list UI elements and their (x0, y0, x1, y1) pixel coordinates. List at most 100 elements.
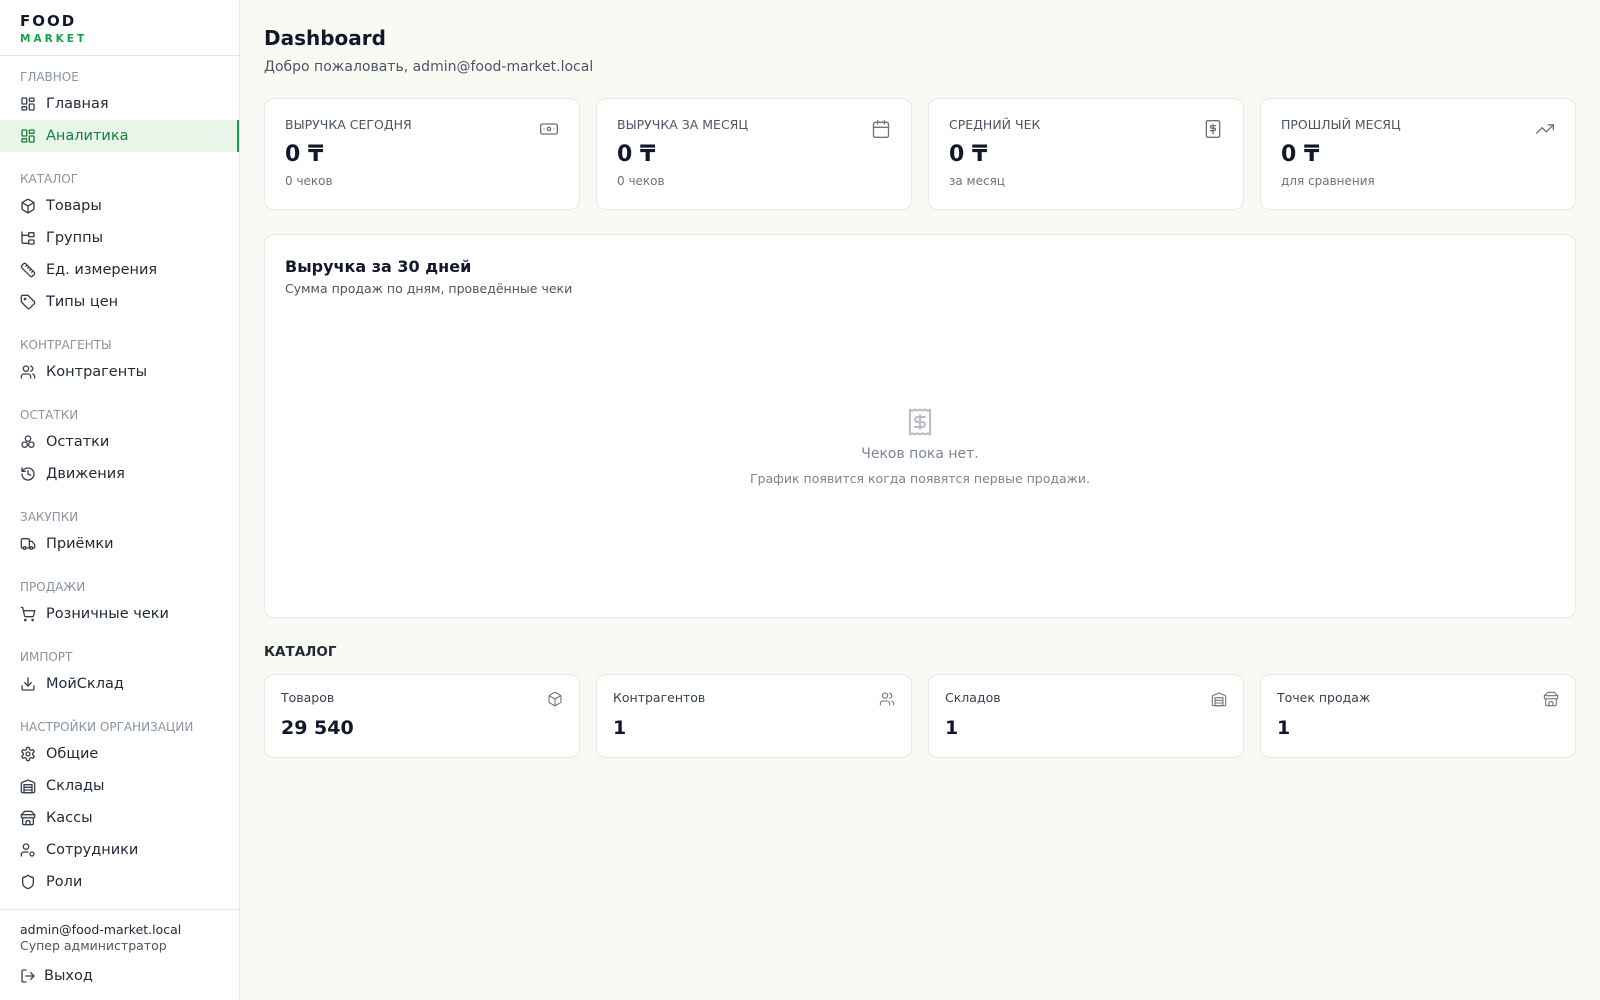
logout-label: Выход (44, 968, 93, 984)
sidebar-item-label: Кассы (46, 810, 93, 826)
sidebar-item[interactable]: Группы (0, 222, 239, 254)
sidebar-item-label: Общие (46, 746, 99, 762)
sidebar-item[interactable]: Роли (0, 866, 239, 898)
catalog-card-label: Контрагентов (613, 690, 706, 705)
sidebar-item-label: Сотрудники (46, 842, 139, 858)
empty-text: График появится когда появятся первые пр… (749, 471, 1091, 486)
page-subtitle: Добро пожаловать, admin@food-market.loca… (264, 59, 594, 75)
catalog-card-label: Точек продаж (1277, 690, 1371, 705)
box-icon (547, 691, 563, 707)
sidebar-item[interactable]: МойСклад (0, 668, 239, 700)
brand-logo[interactable]: FOOD MARKET (0, 0, 239, 56)
store-icon (20, 810, 36, 826)
box-icon (20, 198, 36, 214)
users-icon (20, 364, 36, 380)
page-title: Dashboard (264, 26, 386, 50)
user-role: Супер администратор (20, 938, 167, 953)
sidebar-item[interactable]: Движения (0, 458, 239, 490)
calendar-icon (871, 119, 891, 139)
user-email: admin@food-market.local (20, 922, 182, 937)
sidebar-item[interactable]: Главная (0, 88, 239, 120)
kpi-value: 0 ₸ (1281, 142, 1320, 167)
catalog-card[interactable]: Товаров 29 540 (264, 674, 580, 758)
sidebar-item-label: Ед. измерения (46, 262, 158, 278)
catalog-card-value: 1 (613, 717, 627, 739)
catalog-card[interactable]: Складов 1 (928, 674, 1244, 758)
catalog-card-value: 1 (1277, 717, 1291, 739)
sidebar: FOOD MARKET ГЛАВНОЕ Главная Аналитика КАТАЛ… (0, 0, 240, 1000)
chart-title: Выручка за 30 дней (285, 257, 472, 276)
sidebar-item[interactable]: Остатки (0, 426, 239, 458)
sidebar-item-label: Контрагенты (46, 364, 148, 380)
sidebar-item[interactable]: Контрагенты (0, 356, 239, 388)
sidebar-item[interactable]: Общие (0, 738, 239, 770)
warehouse-icon (20, 778, 36, 794)
catalog-card-value: 29 540 (281, 717, 354, 739)
kpi-card: ВЫРУЧКА СЕГОДНЯ 0 ₸ 0 чеков (264, 98, 580, 210)
kpi-value: 0 ₸ (949, 142, 988, 167)
sidebar-item[interactable]: Товары (0, 190, 239, 222)
boxes-icon (20, 434, 36, 450)
sidebar-item[interactable]: Кассы (0, 802, 239, 834)
kpi-label: ВЫРУЧКА ЗА МЕСЯЦ (617, 117, 749, 132)
receipt-icon (1203, 119, 1223, 139)
sidebar-item-label: Приёмки (46, 536, 114, 552)
nav-section-title: ГЛАВНОЕ (20, 70, 79, 84)
sidebar-nav: ГЛАВНОЕ Главная Аналитика КАТАЛОГ Товары Груп… (0, 56, 239, 909)
chart-subtitle: Сумма продаж по дням, проведённые чеки (285, 281, 573, 296)
sidebar-item[interactable]: Приёмки (0, 528, 239, 560)
sidebar-item-label: Товары (46, 198, 102, 214)
kpi-subtext: для сравнения (1281, 174, 1375, 188)
logout-button[interactable]: Выход (20, 968, 219, 984)
chart-empty-state: Чеков пока нет. График появится когда по… (265, 407, 1575, 487)
kpi-subtext: 0 чеков (617, 174, 665, 188)
gear-icon (20, 746, 36, 762)
kpi-value: 0 ₸ (285, 142, 324, 167)
sidebar-item-label: МойСклад (46, 676, 124, 692)
sidebar-item[interactable]: Ед. измерения (0, 254, 239, 286)
tag-icon (20, 294, 36, 310)
nav-gap (0, 560, 239, 572)
kpi-label: ВЫРУЧКА СЕГОДНЯ (285, 117, 412, 132)
dashboard-icon (20, 128, 36, 144)
catalog-heading: КАТАЛОГ (264, 644, 337, 660)
sidebar-item-label: Движения (46, 466, 125, 482)
nav-section-title: ОСТАТКИ (20, 408, 79, 422)
catalog-card-label: Складов (945, 690, 1001, 705)
nav-gap (0, 700, 239, 712)
catalog-card[interactable]: Точек продаж 1 (1260, 674, 1576, 758)
banknote-icon (539, 119, 559, 139)
store-icon (1543, 691, 1559, 707)
kpi-value: 0 ₸ (617, 142, 656, 167)
catalog-card[interactable]: Контрагентов 1 (596, 674, 912, 758)
sidebar-item[interactable]: Розничные чеки (0, 598, 239, 630)
sidebar-item[interactable]: Аналитика (0, 120, 239, 152)
sidebar-item[interactable]: Склады (0, 770, 239, 802)
nav-section-title: КАТАЛОГ (20, 172, 79, 186)
users-icon (879, 691, 895, 707)
nav-section-title: ЗАКУПКИ (20, 510, 79, 524)
nav-gap (0, 318, 239, 330)
user-cog-icon (20, 842, 36, 858)
catalog-card-label: Товаров (281, 690, 335, 705)
tree-icon (20, 230, 36, 246)
sidebar-item-label: Роли (46, 874, 83, 890)
kpi-subtext: за месяц (949, 174, 1005, 188)
download-icon (20, 676, 36, 692)
shield-icon (20, 874, 36, 890)
sidebar-item-label: Склады (46, 778, 105, 794)
nav-gap (0, 490, 239, 502)
history-icon (20, 466, 36, 482)
nav-gap (0, 152, 239, 164)
brand-name-top: FOOD (20, 12, 77, 30)
kpi-label: ПРОШЛЫЙ МЕСЯЦ (1281, 117, 1401, 132)
kpi-card: СРЕДНИЙ ЧЕК 0 ₸ за месяц (928, 98, 1244, 210)
sidebar-item-label: Аналитика (46, 128, 129, 144)
dashboard-icon (20, 96, 36, 112)
revenue-chart-card: Выручка за 30 дней Сумма продаж по дням,… (264, 234, 1576, 618)
sidebar-item[interactable]: Типы цен (0, 286, 239, 318)
nav-section-title: КОНТРАГЕНТЫ (20, 338, 112, 352)
sidebar-item[interactable]: Сотрудники (0, 834, 239, 866)
kpi-subtext: 0 чеков (285, 174, 333, 188)
nav-gap (0, 388, 239, 400)
